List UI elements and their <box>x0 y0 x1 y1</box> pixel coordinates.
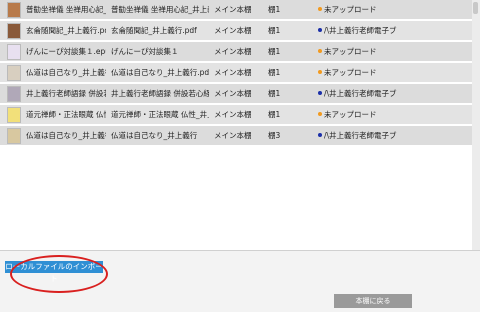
back-to-bookshelf-button[interactable]: 本棚に戻る <box>334 294 412 308</box>
book-title: 道元禅師・正法眼蔵 仏性… <box>26 110 106 119</box>
book-filename: 道元禅師・正法眼蔵 仏性_井上義… <box>111 110 209 119</box>
shelf-number: 棚1 <box>268 47 281 56</box>
book-cover-thumbnail <box>7 44 21 60</box>
shelf-number: 棚1 <box>268 68 281 77</box>
bookshelf-location: メイン本棚 <box>214 5 252 14</box>
book-filename: げんにーぴ対談集１ <box>111 47 179 56</box>
shelf-number: 棚1 <box>268 89 281 98</box>
bookshelf-location: メイン本棚 <box>214 110 252 119</box>
book-filename: 井上義行老師語録 併設若心経講… <box>111 89 209 98</box>
book-cover-thumbnail <box>7 23 21 39</box>
book-filename: 普勧坐禅儀 坐禅用心記_井上義行 <box>111 5 209 14</box>
shelf-number: 棚1 <box>268 26 281 35</box>
book-filename: 仏道は自己なり_井上義行.pdf <box>111 68 209 77</box>
book-cover-thumbnail <box>7 128 21 144</box>
upload-status: 未アップロード <box>318 0 468 20</box>
upload-status-text: 未アップロード <box>324 68 377 77</box>
import-local-file-button[interactable]: ローカルファイルのインポート <box>5 261 103 283</box>
book-row[interactable]: 道元禅師・正法眼蔵 仏性… 道元禅師・正法眼蔵 仏性_井上義… メイン本棚 棚1 未アッ… <box>0 105 472 125</box>
scrollbar[interactable] <box>472 0 480 250</box>
book-cover-thumbnail <box>7 107 21 123</box>
book-title: 仏道は自己なり_井上義行.pdf <box>26 68 106 77</box>
book-row[interactable]: 玄侖随聞記_井上義行.pdf 玄侖随聞記_井上義行.pdf メイン本棚 棚1 /\井上義… <box>0 21 472 41</box>
shelf-number: 棚1 <box>268 5 281 14</box>
scrollbar-thumb[interactable] <box>473 2 478 14</box>
upload-status-text: 未アップロード <box>324 47 377 56</box>
book-title: 普勧坐禅儀 坐禅用心記_井… <box>26 5 106 14</box>
bookshelf-location: メイン本棚 <box>214 47 252 56</box>
book-filename: 仏道は自己なり_井上義行 <box>111 131 198 140</box>
status-dot-icon <box>318 133 322 137</box>
book-row[interactable]: 仏道は自己なり_井上義行.pdf 仏道は自己なり_井上義行.pdf メイン本棚 棚1 未… <box>0 63 472 83</box>
upload-status-text: 未アップロード <box>324 5 377 14</box>
book-row[interactable]: 仏道は自己なり_井上義行… 仏道は自己なり_井上義行 メイン本棚 棚3 /\井上義行老師… <box>0 126 472 146</box>
upload-status-text: /\井上義行老師電子ブ <box>324 131 397 140</box>
status-dot-icon <box>318 28 322 32</box>
bookshelf-location: メイン本棚 <box>214 26 252 35</box>
book-cover-thumbnail <box>7 65 21 81</box>
book-title: 玄侖随聞記_井上義行.pdf <box>26 26 106 35</box>
book-row[interactable]: 普勧坐禅儀 坐禅用心記_井… 普勧坐禅儀 坐禅用心記_井上義行メイン本棚 棚1 未アッ… <box>0 0 472 20</box>
book-row[interactable]: 井上義行老師語録 併設若心経講… 井上義行老師語録 併設若心経講… メイン本棚 棚1 /… <box>0 84 472 104</box>
book-row[interactable]: げんにーぴ対談集１.epub げんにーぴ対談集１ メイン本棚 棚1 未アップロード <box>0 42 472 62</box>
upload-status: /\井上義行老師電子ブ <box>318 84 468 104</box>
upload-status: 未アップロード <box>318 42 468 62</box>
upload-status: 未アップロード <box>318 63 468 83</box>
book-filename: 玄侖随聞記_井上義行.pdf <box>111 26 197 35</box>
status-dot-icon <box>318 49 322 53</box>
upload-status-text: /\井上義行老師電子ブ <box>324 26 397 35</box>
book-list-panel: 普勧坐禅儀 坐禅用心記_井…普勧坐禅儀 坐禅用心記_井上義行メイン本棚棚1未アッ… <box>0 0 472 250</box>
bookshelf-location: メイン本棚 <box>214 131 252 140</box>
status-dot-icon <box>318 91 322 95</box>
bookshelf-location: メイン本棚 <box>214 89 252 98</box>
book-title: 井上義行老師語録 併設若心経講… <box>26 89 106 98</box>
upload-status: /\井上義行老師電子ブ <box>318 21 468 41</box>
divider <box>0 250 480 251</box>
shelf-number: 棚1 <box>268 110 281 119</box>
shelf-number: 棚3 <box>268 131 281 140</box>
bookshelf-location: メイン本棚 <box>214 68 252 77</box>
upload-status-text: 未アップロード <box>324 110 377 119</box>
status-dot-icon <box>318 112 322 116</box>
book-cover-thumbnail <box>7 86 21 102</box>
book-cover-thumbnail <box>7 2 21 18</box>
book-title: 仏道は自己なり_井上義行… <box>26 131 106 140</box>
upload-status-text: /\井上義行老師電子ブ <box>324 89 397 98</box>
upload-status: /\井上義行老師電子ブ <box>318 126 468 146</box>
status-dot-icon <box>318 7 322 11</box>
book-title: げんにーぴ対談集１.epub <box>26 47 106 56</box>
upload-status: 未アップロード <box>318 105 468 125</box>
status-dot-icon <box>318 70 322 74</box>
